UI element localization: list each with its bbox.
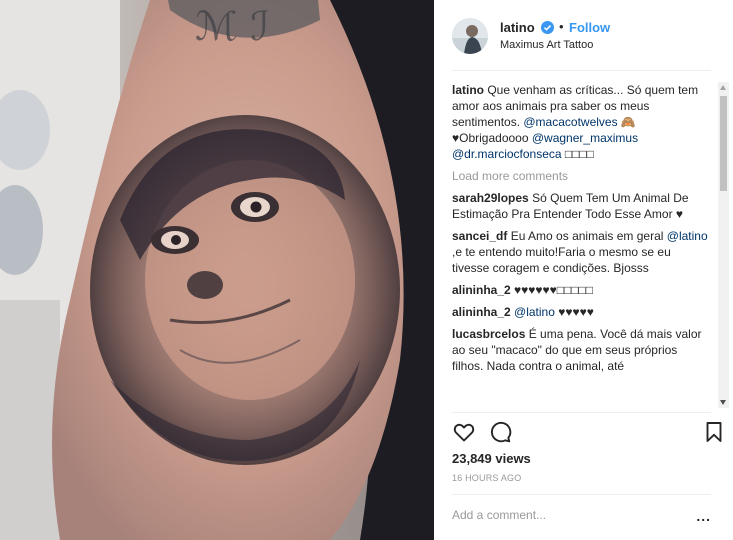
verified-badge-icon [541, 21, 554, 34]
svg-text:ℳ ℐ: ℳ ℐ [195, 4, 269, 50]
mention-link[interactable]: @latino [667, 229, 708, 243]
comment-username[interactable]: alininha_2 [452, 283, 511, 297]
post-media[interactable]: ℳ ℐ [0, 0, 434, 540]
comment-text-2: ,e te entendo muito!Faria o mesmo se eu … [452, 245, 671, 275]
follow-button[interactable]: Follow [569, 20, 610, 35]
composer-divider [452, 494, 711, 495]
comment-username[interactable]: lucasbrcelos [452, 327, 525, 341]
comment-text: ♥♥♥♥♥♥□□□□□ [514, 283, 594, 297]
comment: alininha_2 ♥♥♥♥♥♥□□□□□ [452, 282, 711, 298]
load-more-comments[interactable]: Load more comments [452, 168, 711, 184]
scroll-down-arrow-icon[interactable] [720, 400, 726, 405]
username[interactable]: latino [500, 20, 535, 35]
mention-link[interactable]: @latino [514, 305, 555, 319]
mention-link[interactable]: @macacotwelves [523, 115, 617, 129]
comments-scrollbar[interactable] [718, 82, 729, 408]
caption-trailing: □□□□ [561, 147, 594, 161]
mention-link[interactable]: @dr.marciocfonseca [452, 147, 562, 161]
avatar-image [452, 18, 488, 54]
comment: alininha_2 @latino ♥♥♥♥♥ [452, 304, 711, 320]
comment: sancei_df Eu Amo os animais em geral @la… [452, 228, 711, 276]
scrollbar-thumb[interactable] [720, 96, 727, 191]
caption: latino Que venham as críticas... Só quem… [452, 82, 711, 162]
comment-icon[interactable] [488, 420, 512, 444]
comment-text: Eu Amo os animais em geral [510, 229, 667, 243]
post-sidebar: latino • Follow Maximus Art Tattoo latin… [434, 0, 733, 540]
comment-username[interactable]: alininha_2 [452, 305, 511, 319]
avatar[interactable] [452, 18, 488, 54]
heart-icon[interactable] [452, 420, 476, 444]
post-timestamp: 16 HOURS AGO [452, 473, 522, 483]
header-divider [452, 70, 711, 71]
caption-text-2: ♥Obrigadoooo [452, 131, 532, 145]
bookmark-icon[interactable] [702, 420, 726, 444]
location-link[interactable]: Maximus Art Tattoo [500, 39, 593, 51]
comment: lucasbrcelos É uma pena. Você dá mais va… [452, 326, 711, 374]
more-options-button[interactable]: ... [696, 508, 711, 524]
comment: sarah29lopes Só Quem Tem Um Animal De Es… [452, 190, 711, 222]
actions-divider [452, 412, 711, 413]
comment-text: ♥♥♥♥♥ [554, 305, 594, 319]
caption-username[interactable]: latino [452, 83, 484, 97]
scroll-up-arrow-icon[interactable] [720, 85, 726, 90]
comments-list[interactable]: latino Que venham as críticas... Só quem… [452, 82, 711, 408]
action-bar [452, 420, 726, 444]
mention-link[interactable]: @wagner_maximus [532, 131, 638, 145]
comment-username[interactable]: sancei_df [452, 229, 507, 243]
post-header: latino • Follow Maximus Art Tattoo [452, 14, 723, 60]
caption-emoji: 🙈 [617, 115, 636, 129]
view-count[interactable]: 23,849 views [452, 451, 531, 466]
comment-username[interactable]: sarah29lopes [452, 191, 529, 205]
add-comment-input[interactable]: Add a comment... [452, 508, 546, 522]
separator-dot: • [559, 19, 564, 34]
tattoo-photo: ℳ ℐ [0, 0, 434, 540]
